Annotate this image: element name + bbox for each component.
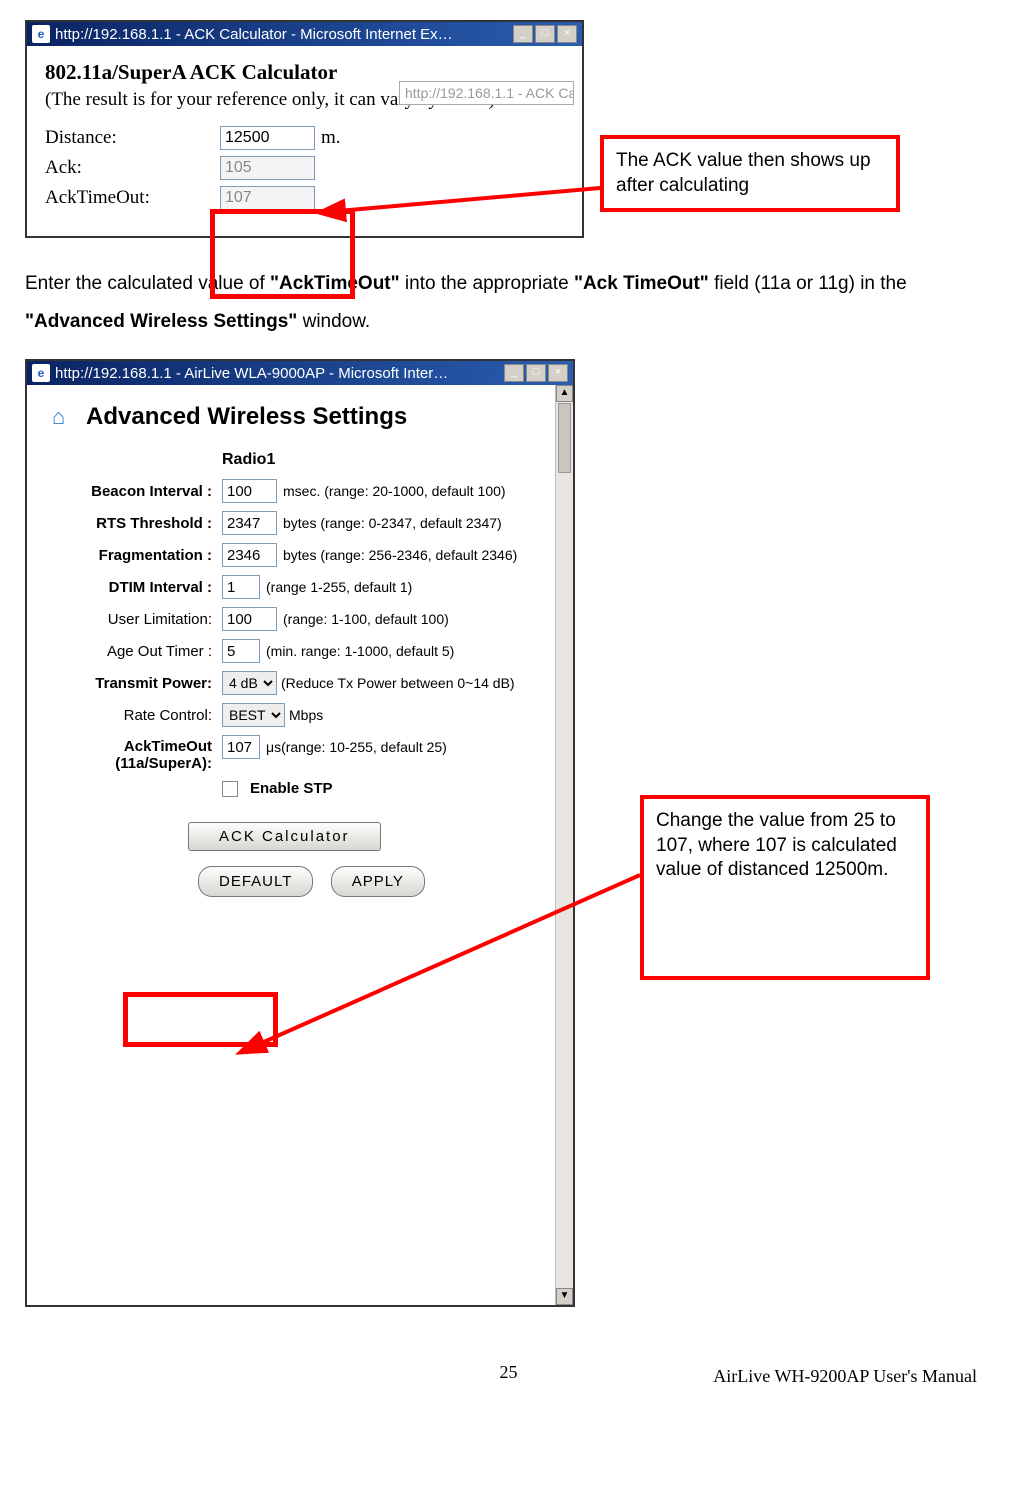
ack-label: Ack: [45, 157, 220, 179]
callout-ack-value: The ACK value then shows up after calcul… [600, 135, 900, 212]
ack-output [220, 156, 315, 180]
userlim-input[interactable] [222, 607, 277, 631]
ie-icon: e [32, 25, 50, 43]
txpower-label: Transmit Power: [52, 671, 222, 692]
userlim-note: (range: 1-100, default 100) [283, 611, 449, 627]
close-button[interactable]: × [548, 364, 568, 382]
para-b3: "Advanced Wireless Settings" [25, 311, 297, 332]
rate-select[interactable]: BEST [222, 703, 285, 727]
maximize-button[interactable]: □ [535, 25, 555, 43]
dtim-note: (range 1-255, default 1) [266, 579, 412, 595]
txpower-note: (Reduce Tx Power between 0~14 dB) [281, 675, 515, 691]
scroll-down-button[interactable]: ▼ [556, 1288, 573, 1305]
frag-label: Fragmentation : [52, 543, 222, 564]
ageout-input[interactable] [222, 639, 260, 663]
beacon-label: Beacon Interval : [52, 479, 222, 500]
ie-icon: e [32, 364, 50, 382]
userlim-label: User Limitation: [52, 607, 222, 628]
adv-title-text: Advanced Wireless Settings [86, 403, 407, 431]
close-button[interactable]: × [557, 25, 577, 43]
manual-title: AirLive WH-9200AP User's Manual [713, 1366, 977, 1387]
scrollbar[interactable]: ▲ ▼ [555, 385, 573, 1305]
dtim-input[interactable] [222, 575, 260, 599]
apply-button[interactable]: APPLY [331, 866, 425, 897]
beacon-note: msec. (range: 20-1000, default 100) [283, 483, 506, 499]
para-t3: field (11a or 11g) in the [709, 273, 907, 294]
page-number: 25 [500, 1362, 518, 1382]
ageout-label: Age Out Timer : [52, 639, 222, 660]
beacon-input[interactable] [222, 479, 277, 503]
acktimeout2-input[interactable] [222, 735, 260, 759]
ageout-note: (min. range: 1-1000, default 5) [266, 643, 454, 659]
rts-label: RTS Threshold : [52, 511, 222, 532]
rate-label: Rate Control: [52, 703, 222, 724]
minimize-button[interactable]: _ [513, 25, 533, 43]
scroll-up-button[interactable]: ▲ [556, 385, 573, 402]
stp-checkbox[interactable] [222, 781, 238, 797]
distance-label: Distance: [45, 127, 220, 149]
acktimeout-label: AckTimeOut: [45, 187, 220, 209]
dtim-label: DTIM Interval : [52, 575, 222, 596]
url-tooltip: http://192.168.1.1 - ACK Cal [399, 81, 574, 105]
window2-title: http://192.168.1.1 - AirLive WLA-9000AP … [55, 365, 504, 382]
rate-unit: Mbps [289, 707, 323, 723]
stp-label: Enable STP [250, 780, 333, 797]
para-b2: "Ack TimeOut" [574, 273, 709, 294]
distance-input[interactable] [220, 126, 315, 150]
minimize-button[interactable]: _ [504, 364, 524, 382]
callout-change-value: Change the value from 25 to 107, where 1… [640, 795, 930, 980]
acktimeout-output [220, 186, 315, 210]
maximize-button[interactable]: □ [526, 364, 546, 382]
ack-calculator-button[interactable]: ACK Calculator [188, 822, 381, 851]
radio1-header: Radio1 [222, 451, 563, 469]
window1-titlebar: e http://192.168.1.1 - ACK Calculator - … [27, 22, 582, 46]
highlight-box-ack [210, 209, 355, 299]
ack-calculator-window: e http://192.168.1.1 - ACK Calculator - … [25, 20, 584, 238]
default-button[interactable]: DEFAULT [198, 866, 313, 897]
txpower-select[interactable]: 4 dB [222, 671, 277, 695]
para-t2: into the appropriate [400, 273, 574, 294]
advanced-settings-window: e http://192.168.1.1 - AirLive WLA-9000A… [25, 359, 575, 1307]
scroll-thumb[interactable] [558, 403, 571, 473]
home-icon: ⌂ [52, 404, 78, 430]
adv-settings-heading: ⌂ Advanced Wireless Settings [52, 403, 563, 431]
rts-input[interactable] [222, 511, 277, 535]
acktimeout2-label: AckTimeOut (11a/SuperA): [52, 735, 222, 772]
frag-note: bytes (range: 256-2346, default 2346) [283, 547, 517, 563]
instruction-paragraph: Enter the calculated value of "AckTimeOu… [25, 265, 992, 341]
window2-titlebar: e http://192.168.1.1 - AirLive WLA-9000A… [27, 361, 573, 385]
distance-unit: m. [321, 127, 341, 149]
acktimeout2-note: μs(range: 10-255, default 25) [266, 739, 447, 755]
frag-input[interactable] [222, 543, 277, 567]
highlight-box-acktimeout [123, 992, 278, 1047]
window1-title: http://192.168.1.1 - ACK Calculator - Mi… [55, 26, 513, 43]
para-t4: window. [297, 311, 370, 332]
rts-note: bytes (range: 0-2347, default 2347) [283, 515, 502, 531]
